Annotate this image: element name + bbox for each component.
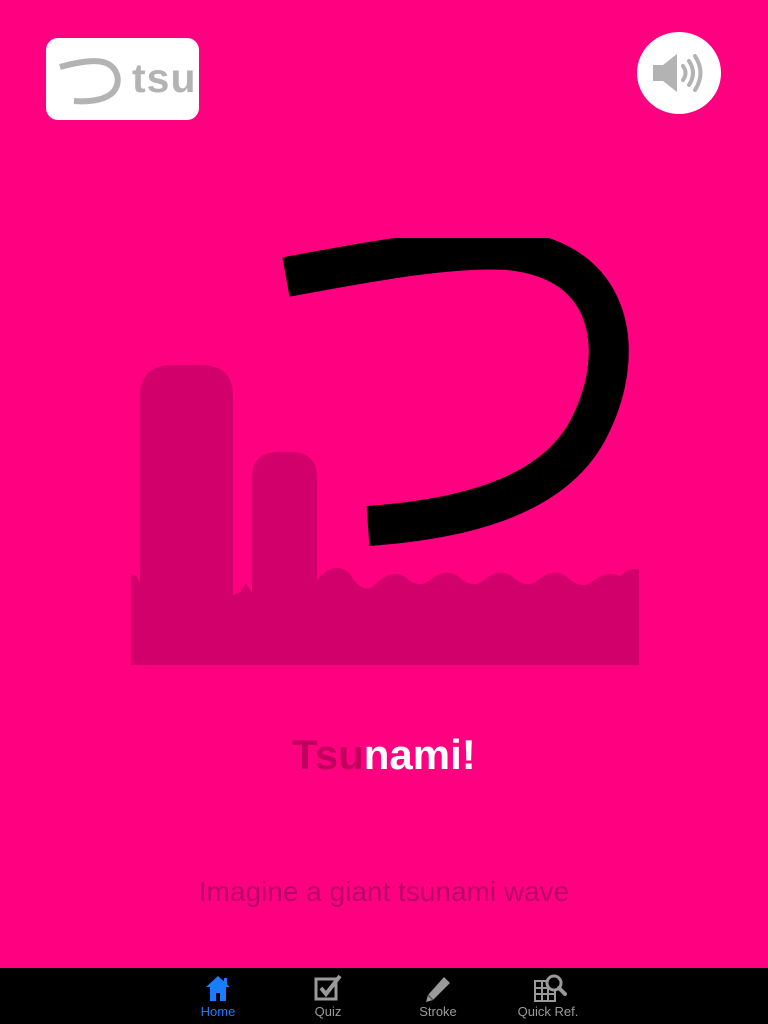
tab-stroke-label: Stroke xyxy=(419,1004,457,1019)
pencil-icon xyxy=(426,977,450,1002)
grid-search-icon xyxy=(534,974,567,1002)
kana-badge[interactable]: つ tsu xyxy=(46,38,199,120)
tab-stroke[interactable]: Stroke xyxy=(383,968,493,1024)
tab-quick-ref[interactable]: Quick Ref. xyxy=(493,968,603,1024)
speaker-icon xyxy=(653,54,703,92)
tab-quiz[interactable]: Quiz xyxy=(273,968,383,1024)
mnemonic-title-rest: nami! xyxy=(363,731,476,778)
mnemonic-hint: Imagine a giant tsunami wave xyxy=(198,876,570,907)
home-icon xyxy=(206,976,230,1001)
tsu-stroke xyxy=(282,238,629,546)
bottom-tab-bar: Home Quiz Stroke Quick Ref. xyxy=(0,968,768,1024)
play-sound-button[interactable] xyxy=(637,32,721,114)
tab-quick-ref-label: Quick Ref. xyxy=(517,1004,579,1019)
romaji-label: tsu xyxy=(132,55,197,101)
tsunami-illustration xyxy=(131,238,639,665)
mnemonic-title-highlight: Tsu xyxy=(292,731,364,778)
tab-home-label: Home xyxy=(200,1004,236,1019)
tsu-kana-icon: つ xyxy=(59,58,121,105)
checkbox-icon xyxy=(314,974,342,1001)
mnemonic-title: Tsunami! xyxy=(0,728,768,782)
tab-quiz-label: Quiz xyxy=(314,1004,342,1019)
tab-home[interactable]: Home xyxy=(163,968,273,1024)
